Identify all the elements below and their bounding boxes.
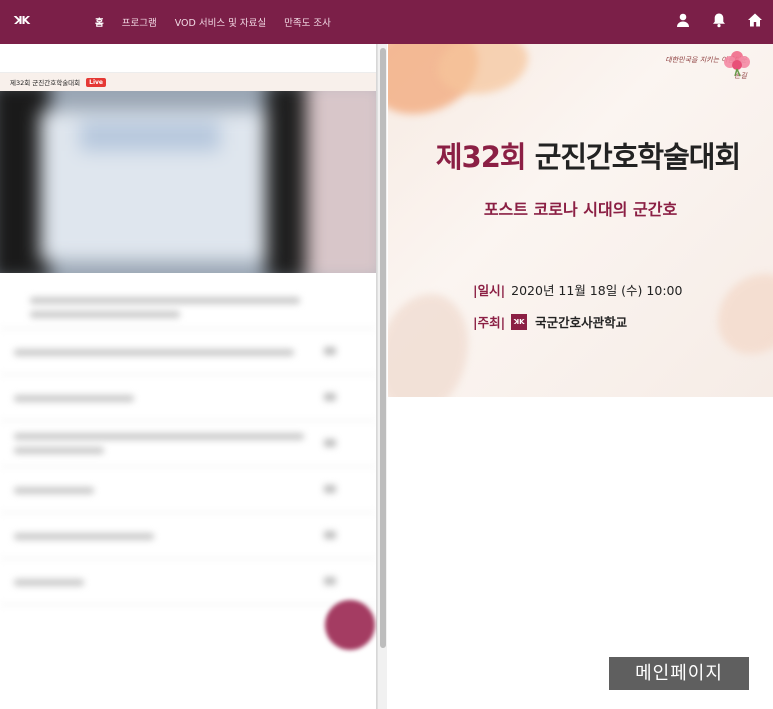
bell-icon[interactable] <box>711 12 727 28</box>
list-item[interactable] <box>0 375 376 421</box>
list-item[interactable] <box>0 421 376 467</box>
flower-icon <box>724 51 750 77</box>
panel-header <box>0 44 376 73</box>
list-item[interactable] <box>0 329 376 375</box>
floating-action-button[interactable] <box>325 600 375 650</box>
session-list <box>0 273 376 605</box>
logo[interactable]: ꓘK <box>14 13 34 29</box>
top-navbar: ꓘK 홈 프로그램 VOD 서비스 및 자료실 만족도 조사 <box>0 0 773 44</box>
poster-subtitle: 포스트 코로나 시대의 군간호 <box>483 200 678 219</box>
user-icon[interactable] <box>675 12 691 28</box>
video-player[interactable] <box>0 91 376 273</box>
poster-title: 제32회 군진간호학술대회 <box>435 140 741 174</box>
academy-logo-icon: ꓘK <box>511 313 528 330</box>
live-bar: 제32회 군진간호학술대회 Live <box>0 73 376 91</box>
list-item[interactable] <box>0 283 376 329</box>
nav-program[interactable]: 프로그램 <box>122 15 157 29</box>
event-date: |일시| 2020년 11월 18일 (수) 10:00 <box>473 283 683 298</box>
event-poster: 대한민국을 지키는 아름다운 손길 제32회 군진간호학술대회 포스트 코로나 … <box>388 44 773 397</box>
scrollbar[interactable] <box>377 44 387 709</box>
list-item[interactable] <box>0 467 376 513</box>
main-nav: 홈 프로그램 VOD 서비스 및 자료실 만족도 조사 <box>95 0 331 44</box>
top-icons <box>675 12 763 28</box>
screen-label: 메인페이지 <box>609 657 749 690</box>
nav-home[interactable]: 홈 <box>95 15 104 29</box>
nav-vod[interactable]: VOD 서비스 및 자료실 <box>175 15 266 29</box>
scroll-thumb[interactable] <box>380 48 386 648</box>
live-badge: Live <box>86 77 107 87</box>
live-title: 제32회 군진간호학술대회 <box>10 79 81 87</box>
event-host: |주최| ꓘK 국군간호사관학교 <box>473 313 628 330</box>
list-item[interactable] <box>0 559 376 605</box>
home-icon[interactable] <box>747 12 763 28</box>
bottom-partial-row <box>0 698 377 709</box>
live-panel: 제32회 군진간호학술대회 Live <box>0 44 377 709</box>
nav-survey[interactable]: 만족도 조사 <box>284 15 331 29</box>
list-item[interactable] <box>0 513 376 559</box>
